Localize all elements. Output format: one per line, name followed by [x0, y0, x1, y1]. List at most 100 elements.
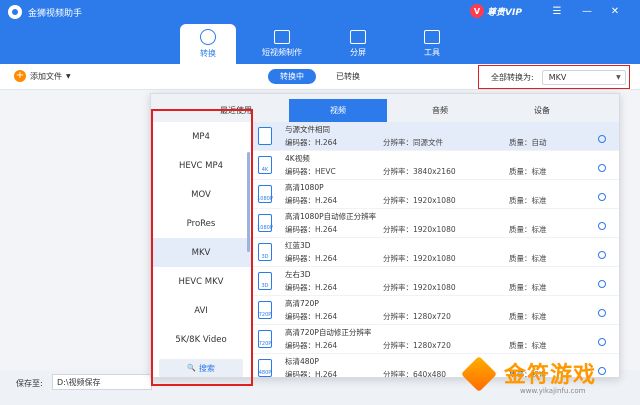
format-search-label: 搜索: [198, 363, 215, 373]
preset-resolution: 分辨率：1920x1080: [383, 196, 456, 205]
video-file-icon: 3D: [258, 272, 272, 290]
watermark: 金符游戏 www.yikajinfu.com: [460, 355, 632, 401]
tab-tools-label: 工具: [424, 48, 440, 57]
menu-icon[interactable]: ☰: [548, 2, 566, 20]
format-item-avi[interactable]: AVI: [151, 296, 251, 325]
title-bar: 金狮视频助手 V 尊贵VIP ☰ — ✕: [0, 0, 640, 24]
save-label: 保存至:: [16, 379, 43, 388]
preset-resolution: 分辨率：640x480: [383, 370, 447, 378]
preset-name: 4K视频: [285, 154, 310, 163]
tab-converted[interactable]: 已转换: [324, 69, 372, 84]
preset-resolution: 分辨率：3840x2160: [383, 167, 456, 176]
preset-encoder: 编码器：HEVC: [285, 167, 336, 176]
format-item-mkv[interactable]: MKV: [151, 238, 251, 267]
preset-row[interactable]: 与源文件相同 编码器：H.264 分辨率：同源文件 质量：自动: [253, 122, 619, 151]
add-file-button[interactable]: + 添加文件 ▼: [14, 70, 71, 82]
convert-all-select[interactable]: MKV: [541, 69, 626, 85]
chevron-down-icon: ▼: [66, 72, 71, 80]
preset-name: 高清1080P: [285, 183, 324, 192]
gear-icon[interactable]: [598, 309, 606, 317]
gear-icon[interactable]: [598, 251, 606, 259]
format-search-button[interactable]: 🔍 搜索: [159, 359, 243, 377]
preset-row[interactable]: 720P 高清720P 编码器：H.264 分辨率：1280x720 质量：标准: [253, 296, 619, 325]
watermark-text: 金符游戏: [504, 363, 597, 388]
format-item-hevc-mkv[interactable]: HEVC MKV: [151, 267, 251, 296]
gear-icon[interactable]: [598, 338, 606, 346]
preset-row[interactable]: 4K 4K视频 编码器：HEVC 分辨率：3840x2160 质量：标准: [253, 151, 619, 180]
tab-audio[interactable]: 音频: [395, 99, 485, 122]
preset-quality: 质量：标准: [509, 167, 547, 176]
gear-icon[interactable]: [598, 164, 606, 172]
format-item-hevc-mp4[interactable]: HEVC MP4: [151, 151, 251, 180]
format-item-mp4[interactable]: MP4: [151, 122, 251, 151]
preset-row[interactable]: 3D 红蓝3D 编码器：H.264 分辨率：1920x1080 质量：标准: [253, 238, 619, 267]
preset-name: 高清720P自动修正分辨率: [285, 328, 372, 337]
vip-icon: V: [470, 4, 484, 18]
tab-video[interactable]: 视频: [289, 99, 387, 122]
gear-icon[interactable]: [598, 222, 606, 230]
tab-device[interactable]: 设备: [497, 99, 587, 122]
format-item-prores[interactable]: ProRes: [151, 209, 251, 238]
preset-encoder: 编码器：H.264: [285, 341, 338, 350]
watermark-url: www.yikajinfu.com: [520, 387, 586, 395]
tab-short-video[interactable]: 短视频制作: [252, 24, 312, 64]
preset-row[interactable]: 1080P 高清1080P自动修正分辨率 编码器：H.264 分辨率：1920x…: [253, 209, 619, 238]
preset-name: 高清1080P自动修正分辨率: [285, 212, 377, 221]
video-file-icon: 720P: [258, 301, 272, 319]
preset-resolution: 分辨率：1920x1080: [383, 225, 456, 234]
preset-encoder: 编码器：H.264: [285, 283, 338, 292]
preset-quality: 质量：标准: [509, 312, 547, 321]
format-list-scrollbar[interactable]: [247, 152, 250, 252]
toolbar: + 添加文件 ▼ 转换中 已转换 全部转换为: MKV: [0, 64, 640, 90]
preset-encoder: 编码器：H.264: [285, 312, 338, 321]
close-button[interactable]: ✕: [606, 2, 624, 20]
preset-quality: 质量：标准: [509, 225, 547, 234]
vip-label: 尊贵VIP: [487, 7, 522, 18]
preset-name: 高清720P: [285, 299, 319, 308]
gear-icon[interactable]: [598, 193, 606, 201]
preset-list: 与源文件相同 编码器：H.264 分辨率：同源文件 质量：自动 4K 4K视频 …: [253, 122, 619, 378]
tab-converting[interactable]: 转换中: [268, 69, 316, 84]
video-file-icon: 1080P: [257, 185, 273, 203]
convert-all-control: 全部转换为: MKV: [478, 65, 630, 89]
preset-row[interactable]: 3D 左右3D 编码器：H.264 分辨率：1920x1080 质量：标准: [253, 267, 619, 296]
tv-icon: [274, 30, 290, 44]
plus-icon: +: [14, 70, 26, 82]
status-segment: 转换中 已转换: [268, 69, 372, 84]
preset-row[interactable]: 1080P 高清1080P 编码器：H.264 分辨率：1920x1080 质量…: [253, 180, 619, 209]
save-path-input[interactable]: D:\视频保存: [52, 374, 152, 390]
add-file-label: 添加文件: [30, 71, 62, 81]
preset-row[interactable]: 720P 高清720P自动修正分辨率 编码器：H.264 分辨率：1280x72…: [253, 325, 619, 354]
gear-icon[interactable]: [598, 280, 606, 288]
format-popup: 最近使用 视频 音频 设备 MP4 HEVC MP4 MOV ProRes MK…: [150, 93, 620, 378]
gear-icon[interactable]: [598, 135, 606, 143]
format-item-mov[interactable]: MOV: [151, 180, 251, 209]
preset-resolution: 分辨率：1920x1080: [383, 283, 456, 292]
main-nav: 转换 短视频制作 分屏 工具: [0, 24, 640, 64]
preset-encoder: 编码器：H.264: [285, 254, 338, 263]
convert-all-label: 全部转换为:: [491, 72, 534, 82]
preset-encoder: 编码器：H.264: [285, 225, 338, 234]
format-list: MP4 HEVC MP4 MOV ProRes MKV HEVC MKV AVI…: [151, 122, 251, 377]
app-logo-icon: [8, 5, 22, 19]
tab-recent[interactable]: 最近使用: [191, 99, 281, 122]
app-title: 金狮视频助手: [28, 8, 83, 19]
preset-quality: 质量：标准: [509, 341, 547, 350]
vip-button[interactable]: V 尊贵VIP: [470, 4, 522, 18]
tab-tools[interactable]: 工具: [412, 24, 452, 64]
preset-name: 红蓝3D: [285, 241, 311, 250]
minimize-button[interactable]: —: [578, 2, 596, 20]
preset-quality: 质量：标准: [509, 196, 547, 205]
preset-quality: 质量：标准: [509, 254, 547, 263]
tab-convert[interactable]: 转换: [180, 24, 236, 64]
tab-split-screen[interactable]: 分屏: [338, 24, 378, 64]
popup-tabs: 最近使用 视频 音频 设备: [151, 94, 619, 122]
tab-split-screen-label: 分屏: [350, 48, 366, 57]
preset-encoder: 编码器：H.264: [285, 370, 338, 378]
video-file-icon: 480P: [258, 359, 272, 377]
preset-resolution: 分辨率：同源文件: [383, 138, 443, 147]
preset-quality: 质量：自动: [509, 138, 547, 147]
watermark-logo-icon: [460, 355, 498, 393]
video-file-icon: [258, 127, 272, 145]
format-item-5k-8k[interactable]: 5K/8K Video: [151, 325, 251, 354]
